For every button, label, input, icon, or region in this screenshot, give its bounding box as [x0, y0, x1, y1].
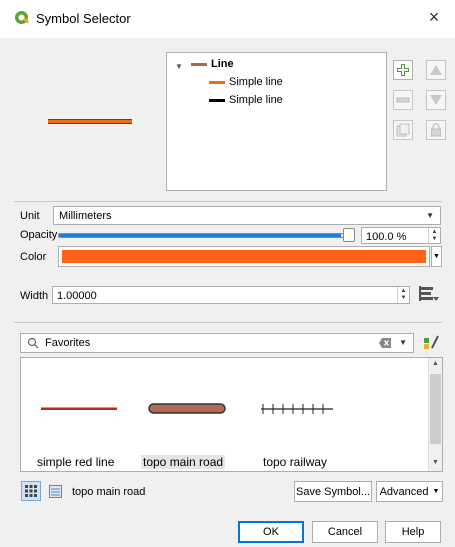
color-button[interactable] — [58, 246, 430, 267]
scroll-down-icon[interactable]: ▼ — [429, 459, 442, 466]
symbol-item-topo-railway[interactable]: topo railway — [257, 358, 367, 471]
width-value: 1.00000 — [57, 290, 97, 302]
window-title: Symbol Selector — [36, 11, 131, 26]
list-view-button[interactable] — [45, 481, 65, 501]
close-icon[interactable]: × — [423, 7, 445, 27]
save-symbol-label: Save Symbol... — [296, 485, 370, 498]
opacity-slider-fill — [59, 234, 342, 237]
symbol-layer-tree[interactable]: ▼ Line Simple line Simple line — [166, 52, 387, 191]
divider — [14, 201, 442, 202]
topo-railway-preview — [261, 404, 333, 414]
symbol-item-topo-main-road[interactable]: topo main road — [139, 358, 257, 471]
width-spinbox[interactable]: 1.00000 ▲ ▼ — [52, 286, 410, 304]
list-view-icon — [48, 484, 62, 498]
save-symbol-button[interactable]: Save Symbol... — [294, 481, 372, 502]
opacity-slider[interactable] — [58, 233, 351, 238]
tree-item-simple-line[interactable]: Simple line — [167, 74, 386, 90]
unit-combobox[interactable]: Millimeters ▼ — [53, 206, 441, 225]
chevron-down-icon: ▼ — [426, 211, 434, 220]
advanced-button[interactable]: Advanced ▼ — [376, 481, 443, 502]
move-down-button[interactable] — [426, 90, 446, 110]
color-label: Color — [20, 251, 47, 263]
black-line-swatch — [209, 99, 225, 102]
spin-arrows-icon[interactable]: ▲ ▼ — [428, 228, 440, 243]
topo-main-road-preview — [148, 403, 226, 414]
color-dropdown-arrow-icon[interactable]: ▼ — [431, 246, 442, 267]
symbol-item-label: topo railway — [263, 455, 328, 469]
qgis-logo-icon — [15, 11, 30, 24]
simple-red-line-preview — [41, 407, 117, 410]
opacity-slider-handle[interactable] — [343, 228, 355, 242]
move-up-icon — [430, 65, 442, 75]
remove-layer-icon — [396, 97, 410, 103]
symbol-item-label: topo main road — [141, 455, 226, 469]
symbol-item-label: simple red line — [37, 455, 115, 469]
duplicate-layer-button[interactable] — [393, 120, 413, 140]
chevron-down-icon[interactable]: ▼ — [399, 338, 407, 347]
symbol-preview — [48, 119, 132, 124]
unit-label: Unit — [20, 210, 40, 222]
help-button[interactable]: Help — [385, 521, 441, 543]
tree-item-simple-line[interactable]: Simple line — [167, 92, 386, 108]
color-swatch — [62, 250, 426, 263]
cancel-button[interactable]: Cancel — [312, 521, 378, 543]
clear-search-icon[interactable] — [379, 338, 391, 348]
move-down-icon — [430, 95, 442, 105]
symbol-search-input[interactable]: Favorites ▼ — [20, 333, 414, 353]
line-swatch — [191, 63, 207, 66]
ok-label: OK — [263, 526, 279, 538]
unit-value: Millimeters — [59, 210, 112, 222]
tree-item-label: Line — [211, 58, 234, 70]
add-layer-icon — [397, 64, 409, 76]
search-icon — [27, 337, 39, 349]
style-manager-icon[interactable] — [422, 333, 440, 351]
search-value: Favorites — [45, 337, 91, 349]
scrollbar-thumb[interactable] — [430, 374, 441, 444]
opacity-value: 100.0 % — [366, 231, 407, 243]
collapse-caret-icon[interactable]: ▼ — [175, 59, 183, 75]
symbol-list[interactable]: simple red line topo main road topo rail… — [20, 357, 443, 472]
symbol-item-simple-red-line[interactable]: simple red line — [21, 358, 139, 471]
data-defined-override-icon[interactable] — [418, 285, 440, 303]
lock-layer-button[interactable] — [426, 120, 446, 140]
icon-view-button[interactable] — [21, 481, 41, 501]
grid-view-icon — [25, 485, 37, 497]
scroll-up-icon[interactable]: ▲ — [429, 360, 442, 367]
divider — [14, 322, 442, 323]
width-label: Width — [20, 290, 49, 302]
orange-line-swatch — [209, 81, 225, 84]
current-symbol-name: topo main road — [72, 486, 146, 498]
lock-icon — [431, 123, 441, 137]
cancel-label: Cancel — [327, 526, 363, 538]
help-label: Help — [401, 526, 425, 538]
tree-item-label: Simple line — [229, 76, 283, 88]
tree-item-label: Simple line — [229, 94, 283, 106]
opacity-label: Opacity — [20, 229, 58, 241]
chevron-down-icon: ▼ — [432, 488, 440, 495]
advanced-label: Advanced — [379, 485, 429, 498]
spin-arrows-icon[interactable]: ▲ ▼ — [397, 287, 409, 303]
symbol-list-scrollbar[interactable]: ▲ ▼ — [428, 358, 442, 471]
opacity-spinbox[interactable]: 100.0 % ▲ ▼ — [361, 227, 441, 244]
duplicate-layer-icon — [396, 123, 410, 137]
add-symbol-layer-button[interactable] — [393, 60, 413, 80]
ok-button[interactable]: OK — [238, 521, 304, 543]
tree-item-line[interactable]: ▼ Line — [167, 56, 386, 72]
move-up-button[interactable] — [426, 60, 446, 80]
remove-symbol-layer-button[interactable] — [393, 90, 413, 110]
